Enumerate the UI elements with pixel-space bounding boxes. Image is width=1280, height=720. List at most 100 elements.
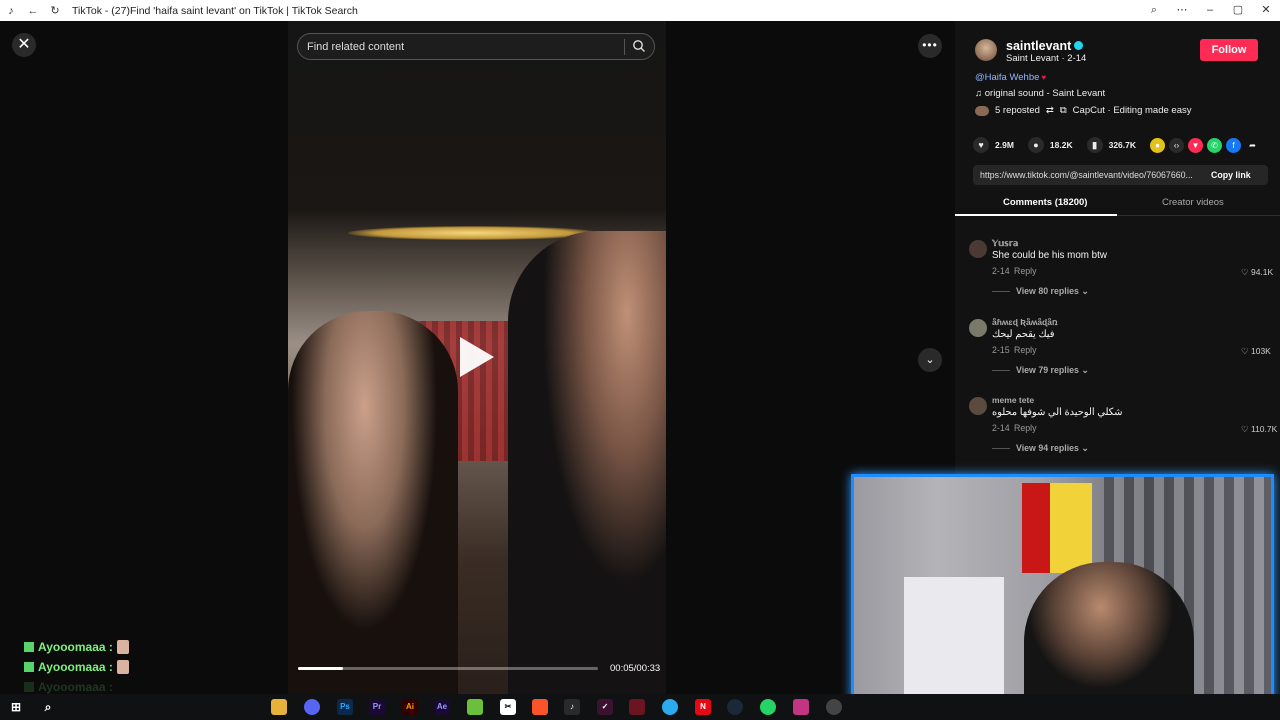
send-icon[interactable]: ▼ [1188,138,1203,153]
cam-flag [1022,483,1092,573]
follow-button[interactable]: Follow [1200,39,1258,61]
tab-underline [955,214,1117,216]
panel-tabs: Comments (18200) Creator videos [955,192,1280,216]
reposted-count[interactable]: 5 reposted [995,105,1040,116]
meta-row: 5 reposted ⇄ ⧉ CapCut · Editing made eas… [975,105,1191,116]
brave-icon[interactable] [532,699,548,715]
capcut-icon: ⧉ [1059,105,1067,116]
comment-likes[interactable]: ♡ 103K [1241,346,1271,357]
comment-username[interactable]: ǟɦʍɛɖ Ʀǟʍǟɖǟռ [992,317,1057,328]
copy-link-button[interactable]: Copy link [1211,170,1251,180]
close-window-button[interactable]: ✕ [1252,0,1280,21]
save-action[interactable]: ▮ 326.7K [1086,137,1137,153]
chat-message: Ayooomaaa : [24,637,129,657]
comment-avatar[interactable] [969,319,987,337]
globe-app-icon[interactable] [826,699,842,715]
repost-avatars [975,105,989,116]
sound-link[interactable]: ♫ original sound - Saint Levant [975,88,1105,99]
bookmark-icon: ▮ [1086,137,1103,153]
mention-link[interactable]: @Haifa Wehbe [975,72,1039,83]
comment-username[interactable]: meme tete [992,395,1034,405]
tab-comments[interactable]: Comments (18200) [1003,197,1087,208]
windows-start-icon[interactable]: ⊞ [8,699,24,715]
action-bar: ♥ 2.9M ● 18.2K ▮ 326.7K [973,137,1150,153]
game-app-icon[interactable] [629,699,645,715]
comment-likes[interactable]: ♡ 110.7K [1241,424,1277,435]
chat-message: Ayooomaaa : [24,657,129,677]
video-progress-bar[interactable] [298,667,598,670]
facebook-icon[interactable]: f [1226,138,1241,153]
steam-icon[interactable] [727,699,743,715]
comment-avatar[interactable] [969,397,987,415]
back-icon[interactable]: ← [22,5,44,17]
comment-action[interactable]: ● 18.2K [1027,137,1073,153]
more-options-button[interactable]: ••• [918,34,942,58]
reply-button[interactable]: Reply [1014,345,1037,355]
heart-icon: ♥ [1041,73,1047,82]
search-input[interactable] [307,39,617,55]
netflix-icon[interactable]: N [695,699,711,715]
chat-badge-icon [24,662,34,672]
sound-name: original sound - Saint Levant [984,88,1106,99]
save-count: 326.7K [1108,140,1137,150]
view-replies-button[interactable]: View 80 replies ⌄ [992,286,1089,297]
comment-item: ǟɦʍɛɖ Ʀǟʍǟɖǟռ فيك يقحم ليحك 2-15 Reply ♡… [969,315,1271,391]
capcut-app-icon[interactable]: ✂ [500,699,516,715]
coin-icon[interactable]: ● [1150,138,1165,153]
comment-count: 18.2K [1049,140,1073,150]
comment-item: meme tete شكلي الوحيدة الي شوفها محلوه 2… [969,393,1277,469]
stream-chat: Ayooomaaa : Ayooomaaa : Ayooomaaa : [24,637,129,697]
author-avatar[interactable] [975,39,997,61]
comment-like-count: 103K [1250,346,1271,356]
reload-icon[interactable]: ↻ [44,4,66,17]
heart-like-icon: ♥ [973,137,989,153]
cam-shelf [904,577,1004,707]
author-username-text: saintlevant [1006,39,1072,53]
comment-like-count: 110.7K [1250,424,1278,434]
chat-emote-icon [116,660,129,674]
author-username[interactable]: saintlevant [1006,39,1084,53]
share-arrow-icon[interactable]: ➦ [1245,138,1260,153]
view-replies-label: View 79 replies [1016,365,1079,375]
video-time: 00:05/00:33 [610,663,661,674]
tiktok-app-icon[interactable]: ♪ [564,699,580,715]
embed-icon[interactable]: ‹› [1169,138,1184,153]
purple-app-icon[interactable]: ✓ [597,699,613,715]
maximize-button[interactable]: ▢ [1224,0,1252,21]
file-explorer-icon[interactable] [271,699,287,715]
caption-mention[interactable]: @Haifa Wehbe ♥ [975,72,1046,83]
menu-icon[interactable]: ⋯ [1168,0,1196,21]
tab-creator-videos[interactable]: Creator videos [1162,197,1224,208]
comment-likes[interactable]: ♡ 94.1K [1241,267,1273,278]
green-app-icon[interactable] [467,699,483,715]
telegram-icon[interactable] [662,699,678,715]
video-player[interactable] [288,21,666,694]
play-icon[interactable] [460,337,494,377]
illustrator-icon[interactable]: Ai [402,699,418,715]
repost-icon: ⇄ [1045,105,1054,116]
reply-button[interactable]: Reply [1014,266,1037,276]
whatsapp-app-icon[interactable] [760,699,776,715]
zoom-icon[interactable]: ⌕ [1140,0,1168,21]
comment-avatar[interactable] [969,240,987,258]
close-video-button[interactable]: ✕ [12,33,36,57]
reply-button[interactable]: Reply [1014,423,1037,433]
premiere-icon[interactable]: Pr [369,699,385,715]
comment-username[interactable]: 𝕐𝕦𝕤𝕣𝕒 [992,238,1018,249]
comment-text: شكلي الوحيدة الي شوفها محلوه [992,407,1123,418]
whatsapp-icon[interactable]: ✆ [1207,138,1222,153]
like-count: 2.9M [995,140,1014,150]
next-video-button[interactable]: ⌄ [918,348,942,372]
instagram-icon[interactable] [793,699,809,715]
view-replies-button[interactable]: View 94 replies ⌄ [992,443,1089,454]
capcut-link[interactable]: CapCut · Editing made easy [1073,105,1192,116]
minimize-button[interactable]: – [1196,0,1224,21]
discord-icon[interactable] [304,699,320,715]
search-icon[interactable] [632,39,646,53]
photoshop-icon[interactable]: Ps [337,699,353,715]
taskbar-search-icon[interactable]: ⌕ [40,699,56,715]
after-effects-icon[interactable]: Ae [434,699,450,715]
chat-badge-icon [24,642,34,652]
like-action[interactable]: ♥ 2.9M [973,137,1014,153]
view-replies-button[interactable]: View 79 replies ⌄ [992,365,1089,376]
